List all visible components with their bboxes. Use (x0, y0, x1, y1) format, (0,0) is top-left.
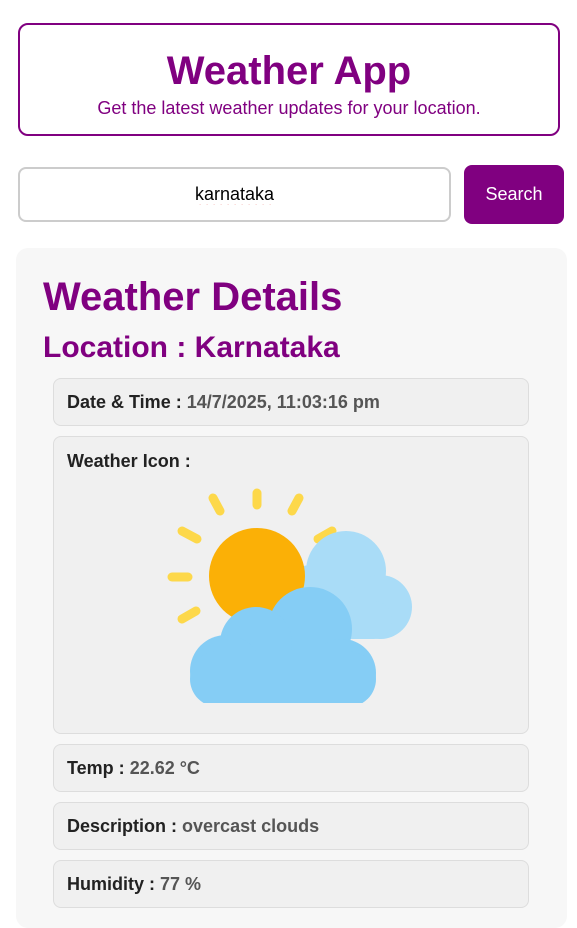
temp-label: Temp : (67, 758, 125, 778)
weather-details-card: Weather Details Location : Karnataka Dat… (16, 248, 567, 928)
location-heading: Location : Karnataka (43, 331, 340, 364)
search-button[interactable]: Search (464, 165, 564, 224)
humidity-label: Humidity : (67, 874, 155, 894)
humidity-value: 77 % (160, 874, 202, 894)
details-title: Weather Details (43, 275, 343, 319)
datetime-label: Date & Time : (67, 392, 182, 412)
description-label: Description : (67, 816, 178, 836)
app-title: Weather App (166, 49, 412, 93)
temp-value: 22.62 °C (129, 758, 200, 778)
temperature-row: Temp : 22.62 °C (53, 744, 529, 792)
sun-behind-clouds-icon (167, 488, 412, 703)
weather-icon-row: Weather Icon : (53, 436, 529, 734)
datetime-value: 14/7/2025, 11:03:16 pm (186, 392, 380, 412)
app-header: Weather App Get the latest weather updat… (18, 23, 560, 136)
location-search-input[interactable] (18, 167, 451, 222)
description-row: Description : overcast clouds (53, 802, 529, 850)
description-value: overcast clouds (182, 816, 320, 836)
app-subtitle: Get the latest weather updates for your … (97, 98, 481, 118)
weather-icon-label: Weather Icon : (67, 451, 191, 471)
humidity-row: Humidity : 77 % (53, 860, 529, 908)
datetime-row: Date & Time : 14/7/2025, 11:03:16 pm (53, 378, 529, 426)
